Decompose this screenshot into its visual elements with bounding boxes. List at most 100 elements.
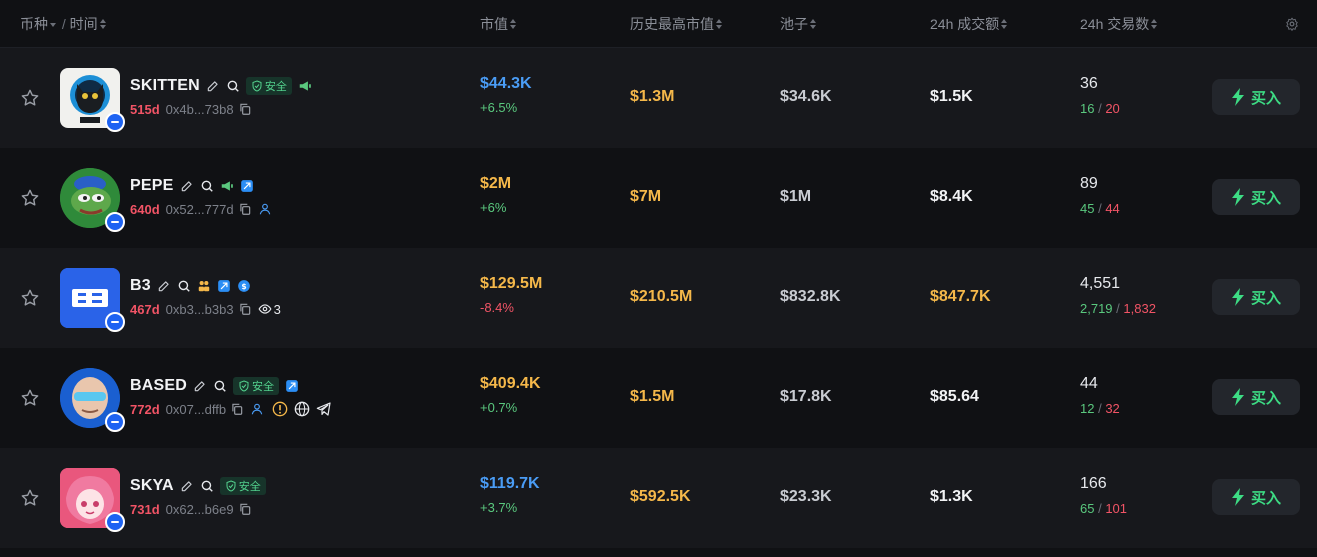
twitter-icon[interactable] — [217, 279, 231, 293]
ath-header[interactable]: 历史最高市值 — [630, 0, 722, 48]
star-icon[interactable] — [20, 88, 40, 108]
megaphone-icon[interactable] — [298, 79, 312, 93]
market-cap-value: $409.4K — [480, 375, 541, 392]
token-symbol[interactable]: SKYA — [130, 477, 174, 495]
edit-icon[interactable] — [180, 479, 194, 493]
buy-button-label: 买入 — [1250, 389, 1281, 407]
user-icon[interactable] — [250, 402, 264, 416]
star-icon[interactable] — [20, 288, 40, 308]
pool-value: $832.8K — [780, 288, 841, 305]
twitter-icon[interactable] — [240, 179, 254, 193]
copy-icon[interactable] — [238, 302, 252, 316]
token-address[interactable]: 0x62...b6e9 — [166, 502, 234, 517]
market-cap-header[interactable]: 市值 — [480, 0, 516, 48]
buys-count: 12 — [1080, 401, 1095, 416]
buy-button-label: 买入 — [1250, 189, 1281, 207]
txns-header[interactable]: 24h 交易数 — [1080, 0, 1158, 48]
coin-sort-label[interactable]: 币种 — [20, 16, 48, 32]
safe-badge-label: 安全 — [264, 81, 287, 93]
copy-icon[interactable] — [230, 402, 244, 416]
edit-icon[interactable] — [180, 179, 194, 193]
star-icon[interactable] — [20, 388, 40, 408]
ath-value: $592.5K — [630, 488, 691, 505]
edit-icon[interactable] — [206, 79, 220, 93]
copy-icon[interactable] — [238, 202, 252, 216]
shield-icon — [239, 380, 249, 392]
star-icon[interactable] — [20, 488, 40, 508]
token-address[interactable]: 0x52...777d — [166, 202, 234, 217]
sells-count: 101 — [1105, 501, 1128, 516]
star-icon[interactable] — [20, 188, 40, 208]
safe-badge: 安全 — [219, 477, 266, 495]
eye-icon — [258, 304, 272, 314]
token-age: 467d — [130, 301, 160, 317]
buy-button[interactable]: 买入 — [1212, 179, 1300, 215]
ath-header-label: 历史最高市值 — [630, 16, 714, 32]
pool-header[interactable]: 池子 — [780, 0, 816, 48]
warning-icon[interactable] — [272, 401, 288, 417]
svg-text:$: $ — [241, 282, 246, 291]
search-icon[interactable] — [213, 379, 227, 393]
copy-icon[interactable] — [238, 502, 252, 516]
market-cap-value: $129.5M — [480, 275, 543, 292]
twitter-icon[interactable] — [285, 379, 299, 393]
telegram-icon[interactable] — [316, 401, 332, 417]
buy-button[interactable]: 买入 — [1212, 79, 1300, 115]
chain-badge-icon — [105, 312, 125, 332]
volume-value: $1.3K — [930, 488, 973, 505]
buys-sells: 12 / 32 — [1080, 401, 1120, 416]
lightning-icon — [1231, 188, 1244, 206]
megaphone-icon[interactable] — [220, 179, 234, 193]
sells-count: 44 — [1105, 201, 1120, 216]
token-symbol[interactable]: B3 — [130, 277, 151, 295]
buys-count: 2,719 — [1080, 301, 1113, 316]
token-address[interactable]: 0xb3...b3b3 — [166, 302, 234, 317]
search-icon[interactable] — [177, 279, 191, 293]
market-cap-value: $2M — [480, 175, 512, 192]
copy-icon[interactable] — [238, 102, 252, 116]
safe-badge: 安全 — [245, 77, 292, 95]
token-meta-line: 640d 0x52...777d — [130, 200, 278, 218]
token-symbol[interactable]: BASED — [130, 377, 187, 395]
token-address[interactable]: 0x4b...73b8 — [166, 102, 234, 117]
token-meta-line: 731d 0x62...b6e9 — [130, 500, 258, 518]
lightning-icon — [1231, 488, 1244, 506]
buy-button[interactable]: 买入 — [1212, 479, 1300, 515]
dollar-icon[interactable]: $ — [237, 279, 251, 293]
search-icon[interactable] — [200, 479, 214, 493]
buy-button-label: 买入 — [1250, 489, 1281, 507]
token-symbol[interactable]: SKITTEN — [130, 77, 200, 95]
time-sort-label[interactable]: 时间 — [70, 16, 98, 32]
buy-button[interactable]: 买入 — [1212, 379, 1300, 415]
ath-value: $1.5M — [630, 388, 675, 405]
token-name-line: PEPE — [130, 176, 260, 196]
token-meta-line: 515d 0x4b...73b8 — [130, 100, 258, 118]
user-icon[interactable] — [258, 202, 272, 216]
txns-count: 166 — [1080, 475, 1107, 492]
sells-count: 20 — [1105, 101, 1120, 116]
market-cap-change: +0.7% — [480, 400, 518, 415]
volume-header[interactable]: 24h 成交额 — [930, 0, 1008, 48]
search-icon[interactable] — [226, 79, 240, 93]
market-cap-change: -8.4% — [480, 300, 514, 315]
buy-button-label: 买入 — [1250, 289, 1281, 307]
txns-header-label: 24h 交易数 — [1080, 16, 1150, 32]
token-address[interactable]: 0x07...dffb — [166, 402, 226, 417]
holders-icon[interactable] — [197, 279, 211, 293]
market-cap-value: $119.7K — [480, 475, 540, 492]
globe-icon[interactable] — [294, 401, 310, 417]
buys-sells: 45 / 44 — [1080, 201, 1120, 216]
token-symbol[interactable]: PEPE — [130, 177, 174, 195]
edit-icon[interactable] — [193, 379, 207, 393]
market-cap-header-label: 市值 — [480, 16, 508, 32]
edit-icon[interactable] — [157, 279, 171, 293]
pool-value: $34.6K — [780, 88, 832, 105]
sort-icon — [1151, 19, 1158, 30]
shield-icon — [226, 480, 236, 492]
buy-button[interactable]: 买入 — [1212, 279, 1300, 315]
search-icon[interactable] — [200, 179, 214, 193]
gear-icon[interactable] — [1285, 17, 1299, 31]
lightning-icon — [1231, 388, 1244, 406]
sort-icon — [1001, 19, 1008, 30]
coin-time-header[interactable]: 币种 / 时间 — [20, 0, 106, 48]
